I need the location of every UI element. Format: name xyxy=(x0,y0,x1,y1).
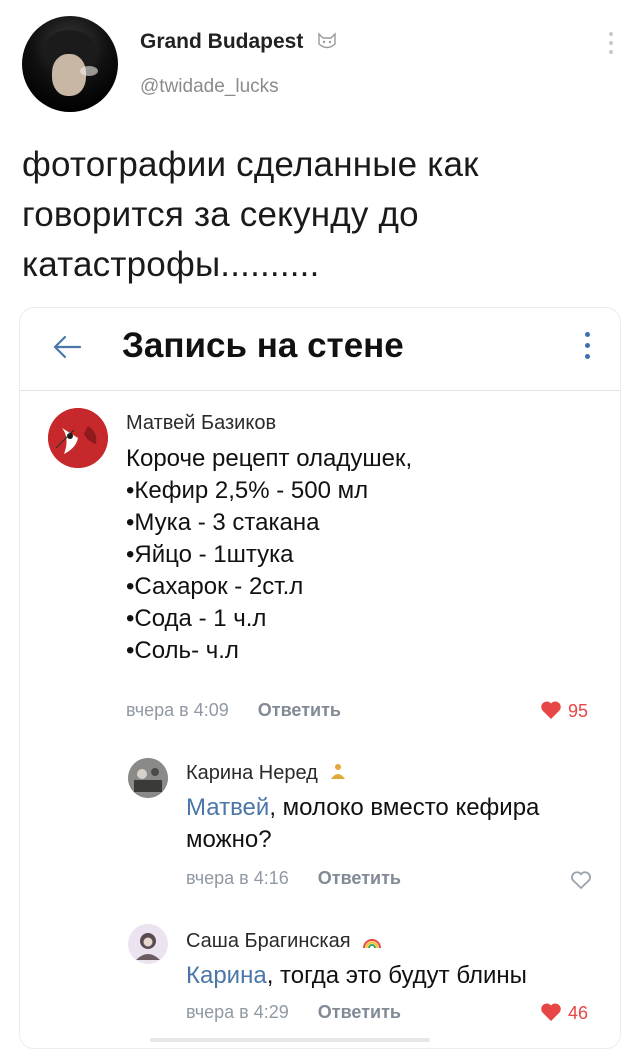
user-handle[interactable]: @twidade_lucks xyxy=(140,76,279,98)
comment-author-name: Карина Неред xyxy=(186,762,318,784)
post-text-line: •Сахарок - 2ст.л xyxy=(126,573,304,600)
comment-time: вчера в 4:29 xyxy=(186,1002,289,1022)
post-author[interactable]: Матвей Базиков xyxy=(126,412,276,435)
avatar[interactable] xyxy=(128,924,168,964)
vk-topbar: Запись на стене xyxy=(20,308,620,391)
comment-meta: вчера в 4:16 Ответить xyxy=(186,868,401,889)
comment-author-name: Саша Брагинская xyxy=(186,930,351,952)
avatar[interactable] xyxy=(22,16,118,112)
heart-icon xyxy=(541,1003,561,1021)
comment-text: Карина, тогда это будут блины xyxy=(186,960,527,992)
comment-time: вчера в 4:16 xyxy=(186,868,289,888)
more-options-icon[interactable] xyxy=(608,32,614,58)
mention-link[interactable]: Карина xyxy=(186,962,267,989)
tweet-text-line: катастрофы.......... xyxy=(22,245,320,284)
spiderman-avatar-icon xyxy=(48,408,108,468)
avatar[interactable] xyxy=(128,758,168,798)
comment-meta: вчера в 4:29 Ответить xyxy=(186,1002,401,1023)
like-button[interactable]: 46 xyxy=(540,1002,588,1024)
post-text-line: •Соль- ч.л xyxy=(126,637,239,664)
tweet-text-line: говорится за секунду до xyxy=(22,195,419,234)
tweet-text-line: фотографии сделанные как xyxy=(22,145,479,184)
reply-button[interactable]: Ответить xyxy=(318,1002,401,1022)
post-text-line: •Мука - 3 стакана xyxy=(126,509,320,536)
post-text-line: Короче рецепт оладушек, xyxy=(126,445,413,472)
like-button[interactable]: 95 xyxy=(540,700,588,722)
comment-author[interactable]: Саша Брагинская xyxy=(186,930,382,953)
comment-text: Матвей, молоко вместо кефира можно? xyxy=(186,792,539,856)
post-text-line: •Сода - 1 ч.л xyxy=(126,605,267,632)
comment-author[interactable]: Карина Неред xyxy=(186,762,347,785)
like-count: 46 xyxy=(568,1003,589,1023)
post-text-line: •Кефир 2,5% - 500 мл xyxy=(126,477,369,504)
lotus-person-emoji-icon xyxy=(331,764,346,779)
avatar-face xyxy=(52,54,86,96)
post-time: вчера в 4:09 xyxy=(126,700,229,720)
mention-link[interactable]: Матвей xyxy=(186,794,269,821)
avatar-photo-icon xyxy=(128,758,168,798)
reply-button[interactable]: Ответить xyxy=(258,700,341,720)
tweet-text: фотографии сделанные как говорится за се… xyxy=(22,140,622,290)
screenshot-fade xyxy=(20,1022,620,1048)
heart-outline-icon[interactable] xyxy=(570,870,592,890)
post-text: Короче рецепт оладушек, •Кефир 2,5% - 50… xyxy=(126,443,412,667)
comment-text-part: , тогда это будут блины xyxy=(266,962,527,989)
comment-text-part: , молоко вместо кефира xyxy=(269,794,540,821)
page-title: Запись на стене xyxy=(122,326,404,365)
avatar-glow xyxy=(80,66,98,76)
avatar-photo-icon xyxy=(128,924,168,964)
cat-face-icon xyxy=(318,32,336,49)
reply-button[interactable]: Ответить xyxy=(318,868,401,888)
embedded-screenshot[interactable]: Запись на стене Матвей Базиков Короче ре… xyxy=(20,308,620,1048)
back-arrow-icon[interactable] xyxy=(50,330,84,364)
display-name[interactable]: Grand Budapest xyxy=(140,30,337,54)
cropped-text-remnant xyxy=(150,1038,430,1042)
more-options-icon[interactable] xyxy=(584,332,590,364)
avatar[interactable] xyxy=(48,408,108,468)
tweet-header: Grand Budapest @twidade_lucks xyxy=(0,0,640,130)
comment-text-line: можно? xyxy=(186,826,272,853)
display-name-text: Grand Budapest xyxy=(140,30,304,53)
rainbow-emoji-icon xyxy=(363,939,382,949)
post-meta: вчера в 4:09 Ответить xyxy=(126,700,341,721)
post-text-line: •Яйцо - 1штука xyxy=(126,541,294,568)
like-count: 95 xyxy=(568,701,589,721)
heart-icon xyxy=(541,701,561,719)
